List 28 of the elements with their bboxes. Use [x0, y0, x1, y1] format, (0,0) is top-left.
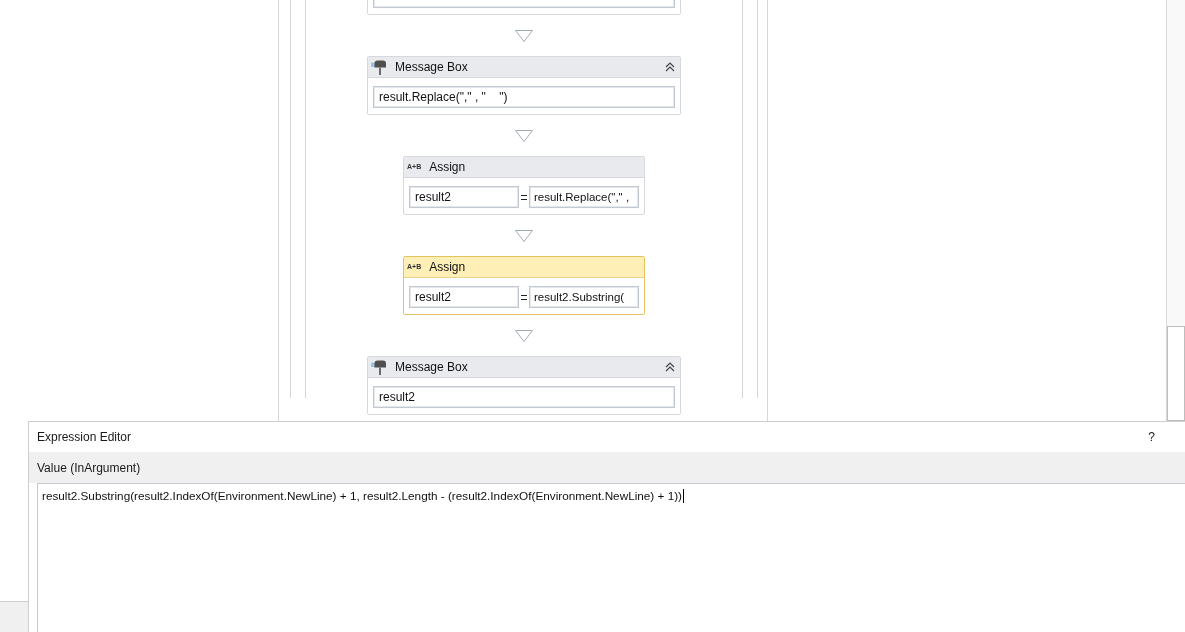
- activity-title: Message Box: [395, 360, 468, 374]
- mailbox-icon: [371, 359, 387, 375]
- down-arrow-icon: [515, 330, 533, 342]
- double-chevron-icon[interactable]: [665, 362, 675, 372]
- activity-card[interactable]: Message Box result2: [367, 356, 681, 415]
- argument-label: Value (InArgument): [37, 460, 141, 475]
- mailbox-icon: [371, 59, 387, 75]
- activity-title: Assign: [429, 160, 466, 174]
- down-arrow-icon: [515, 30, 533, 42]
- to-field[interactable]: result2: [409, 286, 519, 308]
- expression-input[interactable]: result2.Substring(result2.IndexOf(Environment.NewLine) + 1, result2.Length - (result2.IndexOf(Environment.NewLine) + 1)): [37, 483, 1185, 632]
- down-arrow-icon: [515, 230, 533, 242]
- scrollbar-thumb[interactable]: [1167, 326, 1185, 421]
- activity-title: Assign: [429, 260, 466, 274]
- double-chevron-icon[interactable]: [665, 62, 675, 72]
- equals-sign-icon: [521, 294, 527, 300]
- message-field[interactable]: result.Replace("," , " "): [373, 86, 675, 108]
- value-field[interactable]: result2.Substring(: [529, 286, 639, 308]
- help-button[interactable]: ?: [1146, 430, 1157, 444]
- value-field[interactable]: result.Replace("," ,: [529, 186, 639, 208]
- editor-title: Expression Editor: [37, 430, 132, 444]
- activity-title: Message Box: [395, 60, 468, 74]
- equals-sign-icon: [521, 194, 527, 200]
- message-field[interactable]: result2: [373, 386, 675, 408]
- to-field[interactable]: result2: [409, 186, 519, 208]
- scrollbar-track[interactable]: [1166, 0, 1185, 421]
- activity-card[interactable]: Message Box result.Replace("," , " "): [367, 56, 681, 115]
- down-arrow-icon: [515, 130, 533, 142]
